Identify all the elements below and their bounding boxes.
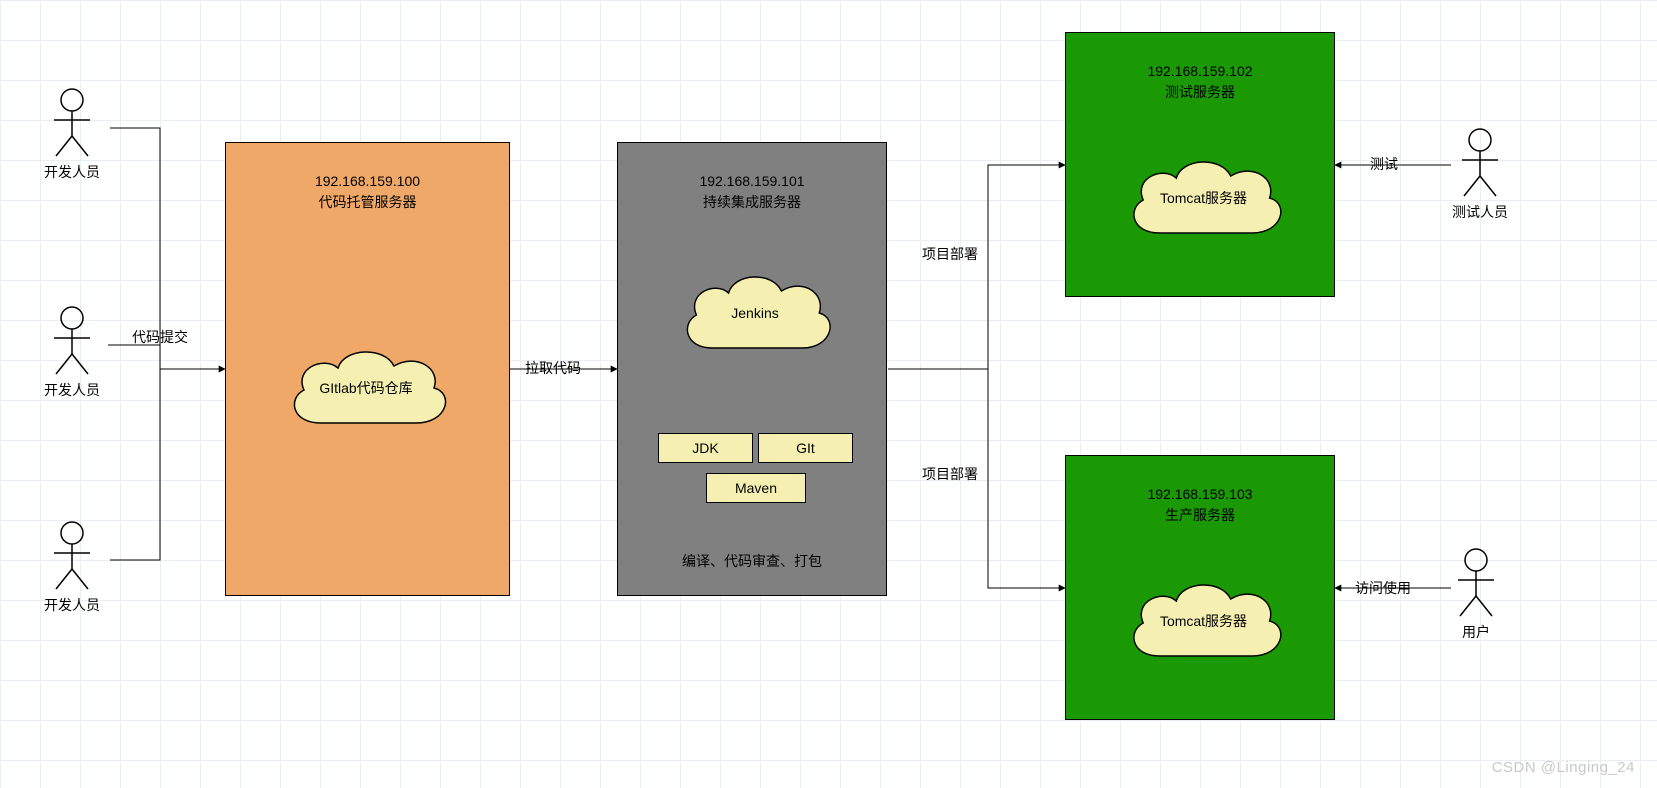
server-header: 192.168.159.103 生产服务器 [1066, 484, 1334, 526]
server-header: 192.168.159.102 测试服务器 [1066, 61, 1334, 103]
cloud-jenkins: Jenkins [670, 263, 840, 363]
cloud-tomcat-test: Tomcat服务器 [1116, 148, 1291, 248]
actor-developer-1: 开发人员 [44, 88, 100, 182]
edge-pull: 拉取代码 [525, 358, 581, 378]
server-header: 192.168.159.100 代码托管服务器 [226, 171, 509, 213]
cloud-label: Tomcat服务器 [1160, 188, 1247, 208]
server-header: 192.168.159.101 持续集成服务器 [618, 171, 886, 213]
actor-label: 开发人员 [44, 162, 100, 182]
server-jenkins: 192.168.159.101 持续集成服务器 Jenkins JDK GIt … [617, 142, 887, 596]
server-gitlab: 192.168.159.100 代码托管服务器 GItlab代码仓库 [225, 142, 510, 596]
actor-label: 开发人员 [44, 595, 100, 615]
edge-access: 访问使用 [1355, 578, 1411, 598]
actor-label: 测试人员 [1452, 202, 1508, 222]
server-name: 生产服务器 [1066, 505, 1334, 526]
actor-label: 开发人员 [44, 380, 100, 400]
cloud-label: GItlab代码仓库 [319, 378, 412, 398]
actor-user: 用户 [1452, 548, 1500, 642]
server-name: 测试服务器 [1066, 82, 1334, 103]
tool-git: GIt [758, 433, 853, 463]
server-name: 代码托管服务器 [226, 192, 509, 213]
server-prod: 192.168.159.103 生产服务器 Tomcat服务器 [1065, 455, 1335, 720]
edge-deploy1: 项目部署 [922, 244, 978, 264]
actor-developer-3: 开发人员 [44, 521, 100, 615]
server-ip: 192.168.159.100 [226, 171, 509, 192]
actor-label: 用户 [1452, 622, 1500, 642]
actor-developer-2: 开发人员 [44, 306, 100, 400]
actor-tester: 测试人员 [1452, 128, 1508, 222]
watermark: CSDN @Linging_24 [1492, 759, 1635, 776]
server-test: 192.168.159.102 测试服务器 Tomcat服务器 [1065, 32, 1335, 297]
tool-maven: Maven [706, 473, 806, 503]
server-ip: 192.168.159.102 [1066, 61, 1334, 82]
cloud-label: Jenkins [731, 305, 778, 321]
edge-deploy2: 项目部署 [922, 464, 978, 484]
server-ip: 192.168.159.103 [1066, 484, 1334, 505]
cloud-tomcat-prod: Tomcat服务器 [1116, 571, 1291, 671]
edge-commit: 代码提交 [132, 327, 188, 347]
server-name: 持续集成服务器 [618, 192, 886, 213]
edge-test: 测试 [1370, 154, 1398, 174]
cloud-label: Tomcat服务器 [1160, 611, 1247, 631]
server-footer: 编译、代码审查、打包 [618, 551, 886, 571]
cloud-gitlab: GItlab代码仓库 [276, 338, 456, 438]
tool-jdk: JDK [658, 433, 753, 463]
server-ip: 192.168.159.101 [618, 171, 886, 192]
